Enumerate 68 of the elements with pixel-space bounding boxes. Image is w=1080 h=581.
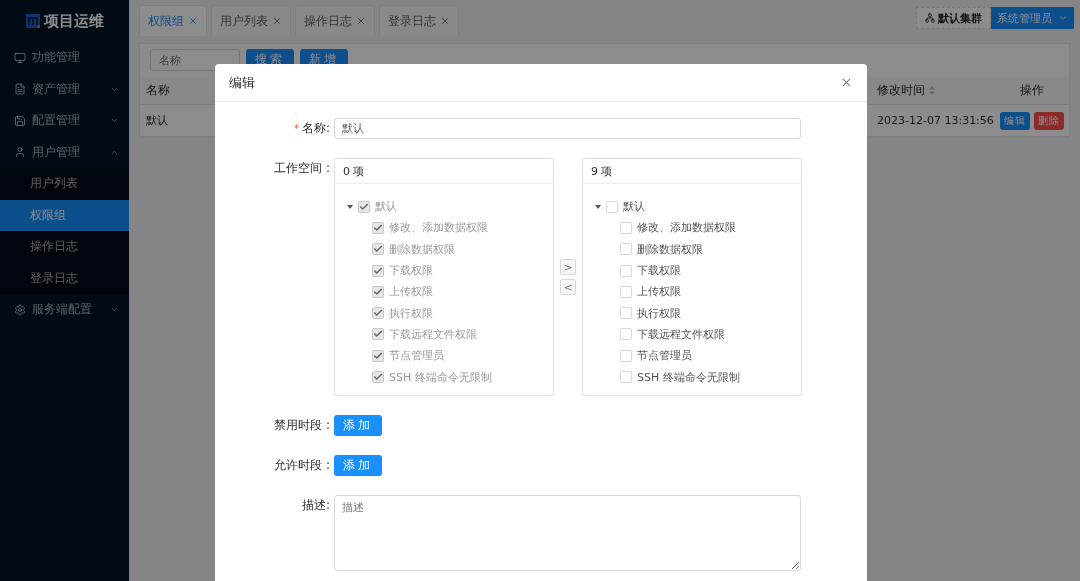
network-icon — [925, 13, 935, 23]
checkbox[interactable] — [620, 307, 632, 320]
checkbox[interactable] — [620, 371, 632, 383]
menu-item[interactable]: 配置管理 — [0, 105, 129, 137]
app-title: 项目运维 — [43, 11, 104, 31]
item-count: 9 项 — [583, 159, 801, 184]
tree-node-label: 下载远程文件权限 — [389, 326, 477, 342]
tab[interactable]: 操作日志 — [295, 5, 375, 36]
cluster-button[interactable]: 默认集群 — [916, 7, 991, 29]
user-dropdown[interactable]: 系统管理员 — [991, 7, 1074, 29]
add-button[interactable]: 添加 — [334, 415, 382, 436]
add-button[interactable]: 添加 — [334, 455, 382, 476]
tree-node-label: 下载权限 — [637, 263, 681, 279]
close-icon[interactable] — [188, 16, 198, 26]
sort-icon[interactable] — [929, 86, 935, 95]
menu-item[interactable]: 服务端配置 — [0, 294, 129, 326]
tree-node-label: 执行权限 — [389, 305, 433, 321]
checkbox[interactable] — [620, 264, 632, 277]
field-label: 工作空间 : — [274, 160, 330, 177]
tree-node-label: 修改、添加数据权限 — [637, 220, 736, 236]
tree-node-label: 执行权限 — [637, 305, 681, 321]
user-label: 系统管理员 — [997, 10, 1052, 26]
tree-node-label: 节点管理员 — [389, 348, 444, 364]
delete-button[interactable]: 删除 — [1034, 111, 1064, 130]
tree-node-label: 修改、添加数据权限 — [389, 220, 488, 236]
field-label: 禁用时段 : — [274, 417, 330, 434]
item-count: 0 项 — [335, 159, 553, 184]
checkbox[interactable] — [620, 285, 632, 298]
tree-node-label: 节点管理员 — [637, 348, 692, 364]
chevron-down-icon — [1058, 13, 1068, 23]
submenu-item[interactable]: 登录日志 — [0, 262, 129, 294]
field-label: 描述: — [301, 497, 330, 514]
search-field[interactable]: 名称 — [150, 49, 240, 71]
submenu-item[interactable]: 操作日志 — [0, 231, 129, 263]
tree-node-label: SSH 终端命令无限制 — [389, 369, 492, 385]
logo-icon — [25, 14, 40, 28]
tree-node-label: 下载远程文件权限 — [637, 326, 725, 342]
field-label: 允许时段 : — [274, 457, 330, 474]
checkbox[interactable] — [620, 328, 632, 341]
tree-node-label: SSH 终端命令无限制 — [637, 369, 740, 385]
checkbox[interactable] — [620, 349, 632, 362]
caret-icon[interactable] — [595, 204, 601, 209]
menu-item[interactable]: 资产管理 — [0, 73, 129, 105]
checkbox[interactable] — [620, 221, 632, 234]
tree-node-label: 上传权限 — [637, 284, 681, 300]
tree-node-label: 默认 — [375, 199, 397, 215]
name-field[interactable]: 默认 — [334, 118, 801, 139]
tab[interactable]: 权限组 — [139, 5, 207, 36]
menu-item[interactable]: 用户管理 — [0, 136, 129, 168]
close-icon[interactable] — [840, 76, 853, 89]
table-cell: 2023-12-07 13:31:56 — [871, 105, 995, 137]
description-field[interactable]: 描述 — [334, 495, 801, 571]
menu-item[interactable]: 功能管理 — [0, 42, 129, 74]
tree-node-label: 删除数据权限 — [637, 241, 703, 257]
tree-node-label: 默认 — [623, 199, 645, 215]
submenu-item[interactable]: 权限组 — [0, 199, 129, 231]
submenu-item[interactable]: 用户列表 — [0, 168, 129, 200]
edit-button[interactable]: 编辑 — [1000, 111, 1030, 130]
tree-node-label: 下载权限 — [389, 263, 433, 279]
tab[interactable]: 登录日志 — [379, 5, 459, 36]
checkbox[interactable] — [620, 243, 632, 256]
tree-node-label: 删除数据权限 — [389, 241, 455, 257]
checkbox[interactable] — [606, 200, 618, 213]
field-label: 名称: — [301, 120, 330, 137]
tree-node-label: 上传权限 — [389, 284, 433, 300]
tab[interactable]: 用户列表 — [211, 5, 291, 36]
cluster-label: 默认集群 — [938, 10, 982, 26]
required-mark: * — [293, 123, 299, 134]
